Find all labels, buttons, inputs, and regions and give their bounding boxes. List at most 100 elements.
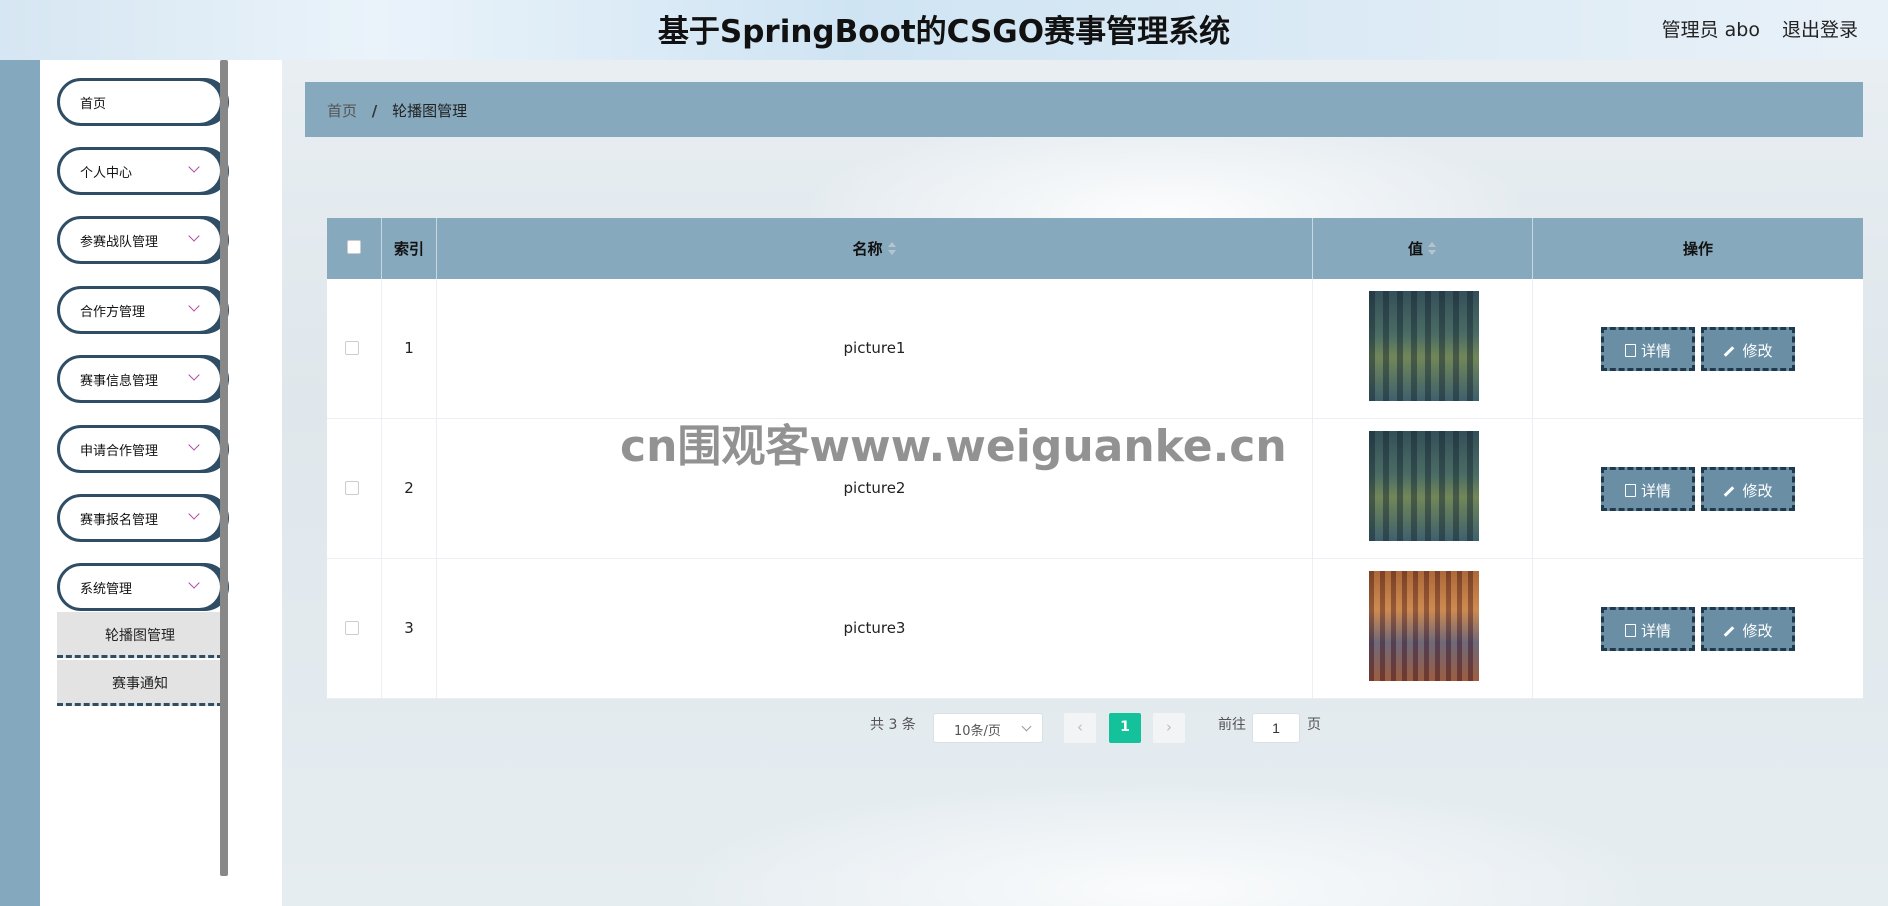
submenu-carousel[interactable]: 轮播图管理: [57, 612, 223, 658]
header-index: 索引: [382, 218, 437, 279]
detail-button-label: 详情: [1640, 342, 1671, 360]
document-icon: [1624, 484, 1636, 497]
row-index-cell: 1: [382, 279, 437, 419]
sidebar-item-system[interactable]: 系统管理: [57, 563, 223, 611]
row-index: 3: [404, 619, 414, 637]
sidebar-item-label: 赛事报名管理: [80, 513, 159, 528]
header-value-label: 值: [1407, 240, 1423, 258]
row-name: picture1: [843, 339, 906, 357]
row-checkbox[interactable]: [345, 481, 359, 495]
detail-button[interactable]: 详情: [1601, 607, 1695, 651]
chevron-down-icon: [188, 230, 200, 242]
sidebar-item-cooperation-requests[interactable]: 申请合作管理: [57, 425, 223, 473]
row-select-cell: [327, 279, 382, 419]
row-action-cell: 详情 修改: [1533, 559, 1863, 699]
row-action-cell: 详情 修改: [1533, 419, 1863, 559]
sidebar-item-partners[interactable]: 合作方管理: [57, 286, 223, 334]
chevron-down-icon: [1021, 721, 1032, 732]
page-number-current[interactable]: 1: [1109, 713, 1141, 743]
submenu-notices[interactable]: 赛事通知: [57, 660, 223, 706]
chevron-down-icon: [188, 439, 200, 451]
edit-icon: [1724, 486, 1735, 497]
goto-page-input[interactable]: [1252, 713, 1300, 743]
sidebar-item-label: 系统管理: [80, 582, 133, 597]
row-name: picture3: [843, 619, 906, 637]
edit-icon: [1724, 346, 1735, 357]
edit-button[interactable]: 修改: [1701, 327, 1795, 371]
chevron-down-icon: [188, 369, 200, 381]
edit-button-label: 修改: [1742, 482, 1773, 500]
table-header: 索引 名称 值 操作: [327, 218, 1863, 279]
breadcrumb-current: 轮播图管理: [392, 102, 468, 120]
page-size-value: 10条/页: [954, 724, 1001, 739]
detail-button[interactable]: 详情: [1601, 327, 1695, 371]
sort-icon[interactable]: [1427, 242, 1437, 256]
header-value[interactable]: 值: [1313, 218, 1533, 279]
document-icon: [1624, 344, 1636, 357]
breadcrumb: 首页 / 轮播图管理: [305, 82, 1863, 137]
detail-button[interactable]: 详情: [1601, 467, 1695, 511]
row-checkbox[interactable]: [345, 341, 359, 355]
page-unit-label: 页: [1307, 717, 1321, 733]
sidebar-scrollbar[interactable]: [220, 60, 228, 876]
chevron-down-icon: [188, 300, 200, 312]
submenu-label: 轮播图管理: [105, 628, 175, 644]
row-index: 2: [404, 479, 414, 497]
edit-icon: [1724, 626, 1735, 637]
sidebar-item-label: 申请合作管理: [80, 444, 159, 459]
user-name: 管理员 abo: [1661, 19, 1760, 41]
row-value-cell: [1313, 419, 1533, 559]
row-select-cell: [327, 559, 382, 699]
sidebar-item-label: 个人中心: [80, 166, 133, 181]
header-name[interactable]: 名称: [437, 218, 1313, 279]
watermark-text: cn围观客www.weiguanke.cn: [620, 421, 1287, 472]
breadcrumb-separator: /: [371, 102, 378, 120]
pagination-total: 共 3 条: [870, 717, 916, 733]
sidebar-item-home[interactable]: 首页: [57, 78, 223, 126]
row-name-cell: picture1: [437, 279, 1313, 419]
sidebar-item-teams[interactable]: 参赛战队管理: [57, 216, 223, 264]
chevron-down-icon: [188, 508, 200, 520]
row-checkbox[interactable]: [345, 621, 359, 635]
sort-icon[interactable]: [887, 242, 897, 256]
document-icon: [1624, 624, 1636, 637]
sidebar-rail: [0, 60, 40, 906]
sidebar-item-events[interactable]: 赛事信息管理: [57, 355, 223, 403]
header-name-label: 名称: [852, 240, 883, 258]
logout-link[interactable]: 退出登录: [1782, 15, 1858, 42]
table-row: 3 picture3 详情 修改: [327, 559, 1863, 699]
select-all-checkbox[interactable]: [347, 240, 361, 254]
edit-button-label: 修改: [1742, 342, 1773, 360]
header-select-all: [327, 218, 382, 279]
sidebar-item-personal-center[interactable]: 个人中心: [57, 147, 223, 195]
prev-page-button[interactable]: ‹: [1064, 713, 1096, 743]
page-size-select[interactable]: 10条/页: [933, 713, 1043, 743]
app-header: 基于SpringBoot的CSGO赛事管理系统 管理员 abo 退出登录: [0, 0, 1888, 60]
row-value-cell: [1313, 559, 1533, 699]
sidebar-item-label: 首页: [80, 97, 107, 112]
edit-button[interactable]: 修改: [1701, 467, 1795, 511]
row-thumbnail-image: [1369, 571, 1479, 681]
row-thumbnail-image: [1369, 431, 1479, 541]
sidebar-item-registrations[interactable]: 赛事报名管理: [57, 494, 223, 542]
sidebar-item-label: 合作方管理: [80, 305, 146, 320]
submenu-label: 赛事通知: [112, 676, 168, 692]
row-select-cell: [327, 419, 382, 559]
breadcrumb-home[interactable]: 首页: [327, 102, 357, 120]
sidebar: 首页 个人中心 参赛战队管理 合作方管理 赛事信息管理 申请合作管理 赛事报名管…: [40, 60, 282, 906]
detail-button-label: 详情: [1640, 482, 1671, 500]
row-value-cell: [1313, 279, 1533, 419]
chevron-down-icon: [188, 161, 200, 173]
header-action: 操作: [1682, 240, 1713, 258]
detail-button-label: 详情: [1640, 622, 1671, 640]
edit-button[interactable]: 修改: [1701, 607, 1795, 651]
row-index-cell: 2: [382, 419, 437, 559]
edit-button-label: 修改: [1742, 622, 1773, 640]
row-name: picture2: [843, 479, 906, 497]
row-name-cell: picture3: [437, 559, 1313, 699]
chevron-down-icon: [188, 577, 200, 589]
app-title: 基于SpringBoot的CSGO赛事管理系统: [657, 14, 1231, 50]
next-page-button[interactable]: ›: [1153, 713, 1185, 743]
goto-label: 前往: [1218, 717, 1246, 733]
sidebar-item-label: 赛事信息管理: [80, 374, 159, 389]
